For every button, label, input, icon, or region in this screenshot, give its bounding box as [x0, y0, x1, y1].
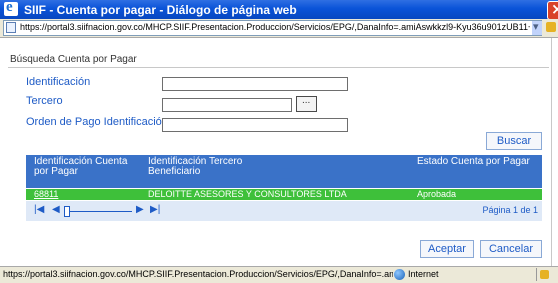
estado-cell: Aprobada: [417, 189, 457, 199]
cancelar-button[interactable]: Cancelar: [480, 240, 542, 258]
identificacion-input[interactable]: [162, 77, 348, 91]
tercero-input[interactable]: [162, 98, 292, 112]
lookup-button-label: ...: [302, 95, 311, 106]
address-url: https://portal3.siifnacion.gov.co/MHCP.S…: [20, 22, 530, 32]
window-title: SIIF - Cuenta por pagar - Diálogo de pág…: [24, 3, 297, 17]
next-page-icon[interactable]: ▶: [136, 204, 144, 215]
orden-pago-input[interactable]: [162, 118, 348, 132]
panel-divider: [8, 67, 549, 68]
status-url: https://portal3.siifnacion.gov.co/MHCP.S…: [3, 269, 393, 279]
status-bar: https://portal3.siifnacion.gov.co/MHCP.S…: [0, 266, 558, 283]
panel-title: Búsqueda Cuenta por Pagar: [10, 54, 137, 65]
globe-icon: [394, 269, 405, 280]
tercero-lookup-button[interactable]: ...: [296, 95, 317, 112]
orden-pago-label: Orden de Pago Identificación: [26, 116, 168, 128]
grid-pager: |◀ ◀ ▶ ▶| Página 1 de 1: [26, 200, 542, 221]
table-row[interactable]: 68811 DELOITTE ASESORES Y CONSULTORES LT…: [26, 189, 542, 200]
address-field[interactable]: https://portal3.siifnacion.gov.co/MHCP.S…: [3, 20, 542, 36]
page-indicator: Página 1 de 1: [482, 205, 538, 215]
identificacion-label: Identificación: [26, 76, 91, 88]
lock-icon: [540, 270, 549, 279]
results-grid-header: Identificación Cuenta por Pagar Identifi…: [26, 155, 542, 188]
prev-page-icon[interactable]: ◀: [52, 204, 60, 215]
tercero-label: Tercero: [26, 95, 63, 107]
column-header-tercero: Identificación Tercero Beneficiario: [148, 156, 243, 177]
address-bar: https://portal3.siifnacion.gov.co/MHCP.S…: [0, 19, 558, 38]
close-window-button[interactable]: [547, 0, 558, 20]
internet-explorer-icon: [4, 0, 18, 16]
address-dropdown-button[interactable]: [532, 20, 542, 35]
column-header-cuenta: Identificación Cuenta por Pagar: [34, 156, 128, 177]
window-titlebar: SIIF - Cuenta por pagar - Diálogo de pág…: [0, 0, 558, 20]
buscar-button[interactable]: Buscar: [486, 132, 542, 150]
first-page-icon[interactable]: |◀: [34, 204, 44, 215]
page-icon: [6, 22, 16, 33]
status-separator: [536, 268, 537, 281]
security-zone-label: Internet: [408, 269, 439, 279]
aceptar-button[interactable]: Aceptar: [420, 240, 474, 258]
pager-slider-thumb[interactable]: [64, 206, 70, 217]
last-page-icon[interactable]: ▶|: [150, 204, 160, 215]
lock-icon: [546, 22, 556, 32]
pager-slider-track[interactable]: [68, 211, 132, 212]
cuenta-id-link[interactable]: 68811: [34, 189, 58, 200]
column-header-estado: Estado Cuenta por Pagar: [417, 156, 530, 167]
window-right-edge: [551, 38, 558, 266]
tercero-cell: DELOITTE ASESORES Y CONSULTORES LTDA: [148, 189, 347, 199]
